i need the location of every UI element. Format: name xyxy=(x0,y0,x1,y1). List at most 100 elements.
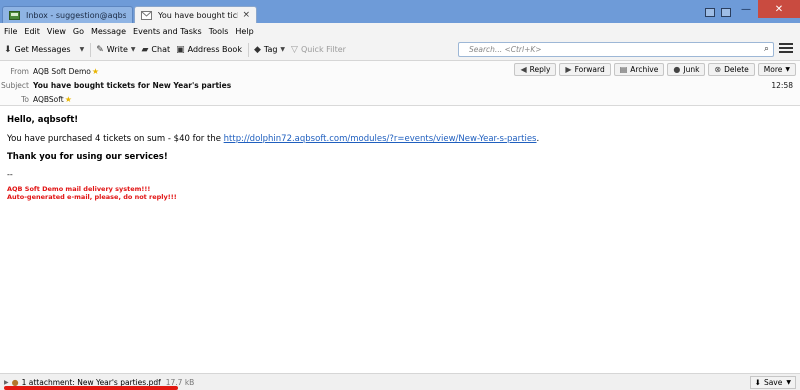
thanks-text: Thank you for using our services! xyxy=(7,152,168,162)
menu-file[interactable]: File xyxy=(4,27,17,36)
junk-label: Junk xyxy=(683,65,700,74)
download-arrow-icon: ⬇ xyxy=(4,44,12,55)
app-menu-button[interactable] xyxy=(779,43,793,55)
to-label: To xyxy=(21,95,29,104)
tag-button[interactable]: ◆ Tag ▼ xyxy=(254,45,285,55)
tab-message-label: You have bought tickets f... xyxy=(158,10,238,20)
from-label: From xyxy=(10,67,29,76)
message-header: From AQB Soft Demo ★ Subject You have bo… xyxy=(0,61,800,106)
to-row: To AQBSoft ★ xyxy=(0,95,72,104)
menu-go[interactable]: Go xyxy=(73,27,84,36)
title-bar: Inbox - suggestion@aqbsoft.c... You have… xyxy=(0,0,800,23)
reply-label: Reply xyxy=(529,65,551,74)
expand-twisty-icon[interactable]: ▶ xyxy=(4,379,9,386)
close-window-button[interactable]: ✕ xyxy=(758,0,800,18)
subject-label: Subject xyxy=(0,81,29,90)
archive-button[interactable]: ▤ Archive xyxy=(613,63,665,76)
get-messages-dropdown[interactable]: ▼ xyxy=(77,46,85,53)
flame-icon: ● xyxy=(673,65,681,74)
search-input[interactable]: Search... <Ctrl+K> ⌕ xyxy=(458,42,774,57)
tag-icon: ◆ xyxy=(253,44,261,55)
pencil-icon: ✎ xyxy=(96,44,104,55)
event-link[interactable]: http://dolphin72.aqbsoft.com/modules/?r=… xyxy=(224,134,537,144)
forward-button[interactable]: ▶ Forward xyxy=(559,63,611,76)
write-button[interactable]: ✎ Write ▼ xyxy=(96,45,135,55)
menu-bar: File Edit View Go Message Events and Tas… xyxy=(0,23,800,39)
signature-line-2: Auto-generated e-mail, please, do not re… xyxy=(7,193,177,201)
chat-button[interactable]: ▰ Chat xyxy=(142,45,171,55)
tasks-icon[interactable] xyxy=(721,8,731,17)
contact-card-icon: ▣ xyxy=(176,44,185,55)
calendar-icon[interactable] xyxy=(705,8,715,17)
minimize-button[interactable]: — xyxy=(733,0,759,18)
write-label: Write xyxy=(106,45,128,54)
menu-view[interactable]: View xyxy=(47,27,66,36)
save-label: Save xyxy=(763,378,783,387)
greeting-text: Hello, aqbsoft! xyxy=(7,115,79,125)
from-row: From AQB Soft Demo ★ xyxy=(0,67,99,76)
message-body: Hello, aqbsoft! You have purchased 4 tic… xyxy=(0,106,800,373)
delete-button[interactable]: ⊗ Delete xyxy=(708,63,755,76)
highlight-underline xyxy=(4,386,178,390)
save-attachment-button[interactable]: ⬇ Save ▼ xyxy=(749,376,796,389)
chevron-down-icon: ▼ xyxy=(785,66,790,73)
chevron-down-icon: ▼ xyxy=(280,46,286,53)
envelope-icon xyxy=(141,10,152,20)
more-button[interactable]: More ▼ xyxy=(757,63,796,76)
chevron-down-icon: ▼ xyxy=(130,46,136,53)
delete-icon: ⊗ xyxy=(714,65,722,74)
chat-bubble-icon: ▰ xyxy=(141,44,149,55)
menu-message[interactable]: Message xyxy=(91,27,126,36)
chevron-down-icon: ▼ xyxy=(786,379,791,386)
quick-filter-button[interactable]: ▽ Quick Filter xyxy=(291,45,346,55)
star-icon[interactable]: ★ xyxy=(65,95,72,104)
toolbar-divider xyxy=(247,42,249,57)
mailbox-icon xyxy=(9,10,20,20)
address-book-button[interactable]: ▣ Address Book xyxy=(176,45,242,55)
message-actions: ◀ Reply ▶ Forward ▤ Archive ● Junk ⊗ Del… xyxy=(511,63,796,76)
chat-label: Chat xyxy=(151,45,171,54)
search-placeholder: Search... <Ctrl+K> xyxy=(469,45,542,54)
subject-row: Subject You have bought tickets for New … xyxy=(0,81,231,90)
to-value[interactable]: AQBSoft xyxy=(33,95,64,104)
archive-label: Archive xyxy=(630,65,659,74)
menu-help[interactable]: Help xyxy=(235,27,253,36)
forward-arrow-icon: ▶ xyxy=(565,65,572,74)
tab-inbox[interactable]: Inbox - suggestion@aqbsoft.c... xyxy=(2,6,133,23)
more-label: More xyxy=(763,65,783,74)
purchase-paragraph: You have purchased 4 tickets on sum - $4… xyxy=(7,134,800,144)
purchase-text: You have purchased 4 tickets on sum - $4… xyxy=(7,134,224,144)
from-value[interactable]: AQB Soft Demo xyxy=(33,67,91,76)
delete-label: Delete xyxy=(724,65,749,74)
signature-block: AQB Soft Demo mail delivery system!!! Au… xyxy=(7,185,800,201)
tab-inbox-label: Inbox - suggestion@aqbsoft.c... xyxy=(26,10,126,20)
reply-button[interactable]: ◀ Reply xyxy=(514,63,557,76)
close-tab-icon[interactable]: × xyxy=(238,10,250,20)
hamburger-icon xyxy=(779,43,793,45)
tag-label: Tag xyxy=(263,45,278,54)
search-icon[interactable]: ⌕ xyxy=(764,44,769,54)
address-book-label: Address Book xyxy=(187,45,242,54)
forward-label: Forward xyxy=(574,65,605,74)
subject-value: You have bought tickets for New Year's p… xyxy=(33,81,232,90)
get-messages-label: Get Messages xyxy=(14,45,71,54)
reply-arrow-icon: ◀ xyxy=(520,65,527,74)
toolbar-divider xyxy=(90,42,92,57)
menu-edit[interactable]: Edit xyxy=(24,27,40,36)
archive-box-icon: ▤ xyxy=(619,65,628,74)
junk-button[interactable]: ● Junk xyxy=(667,63,706,76)
menu-events-and-tasks[interactable]: Events and Tasks xyxy=(133,27,202,36)
save-icon: ⬇ xyxy=(754,378,761,387)
funnel-icon: ▽ xyxy=(291,44,298,55)
purchase-suffix: . xyxy=(536,134,540,144)
tab-message[interactable]: You have bought tickets f... × xyxy=(134,6,257,23)
main-toolbar: ⬇ Get Messages ▼ ✎ Write ▼ ▰ Chat ▣ Addr… xyxy=(0,39,800,61)
quick-filter-label: Quick Filter xyxy=(300,45,346,54)
get-messages-button[interactable]: ⬇ Get Messages xyxy=(4,45,71,55)
menu-tools[interactable]: Tools xyxy=(209,27,229,36)
signature-line-1: AQB Soft Demo mail delivery system!!! xyxy=(7,185,151,193)
star-icon[interactable]: ★ xyxy=(92,67,99,76)
message-time: 12:58 xyxy=(771,81,793,90)
signature-separator: -- xyxy=(7,170,13,179)
chevron-down-icon: ▼ xyxy=(79,46,85,53)
